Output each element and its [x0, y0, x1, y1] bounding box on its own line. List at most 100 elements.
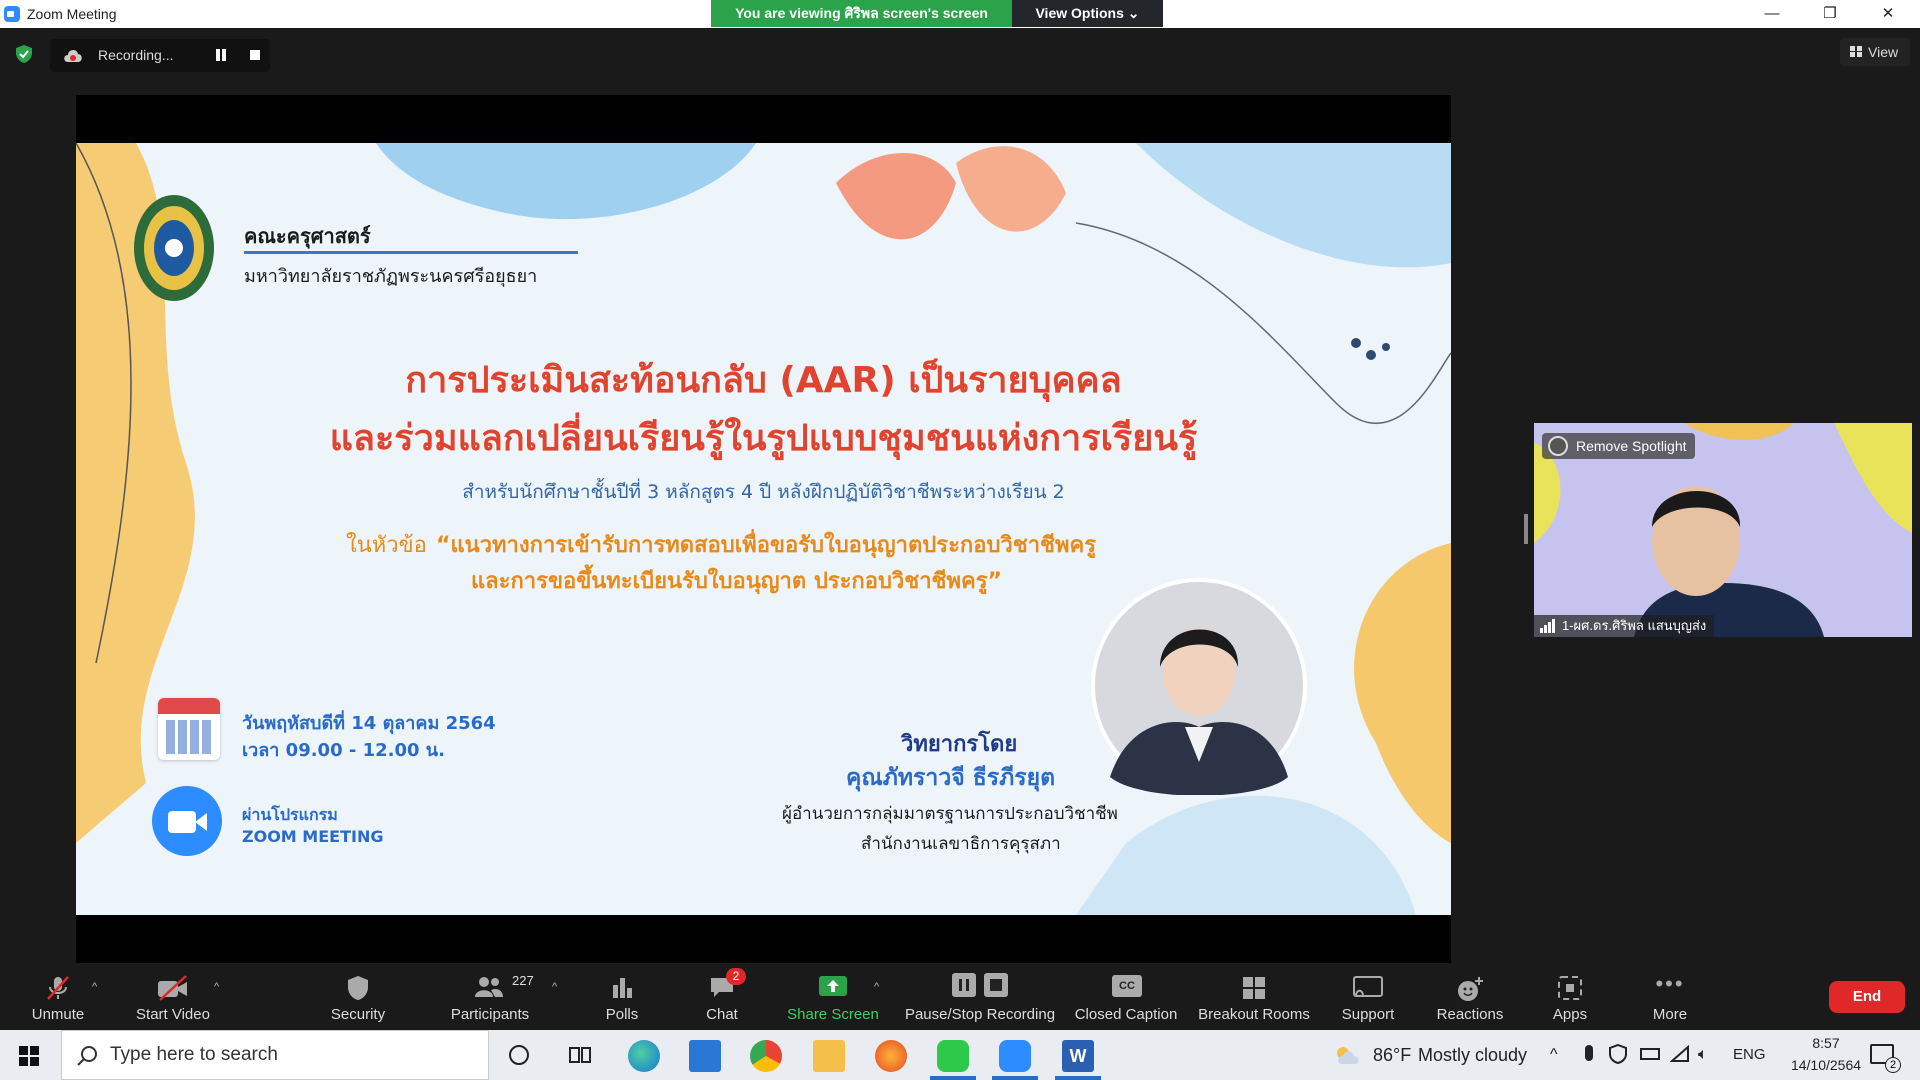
weather-temperature[interactable]: 86°F [1373, 1030, 1411, 1080]
zoom-taskbar-icon[interactable] [999, 1040, 1031, 1072]
speaker-name: คุณภัทราวจี ธีรภีรยุต [846, 765, 1056, 791]
topic-line1: “แนวทางการเข้ารับการทดสอบเพื่อขอรับใบอนุ… [436, 533, 1097, 558]
event-time: เวลา 09.00 - 12.00 น. [242, 740, 445, 761]
encryption-shield-icon[interactable] [14, 44, 34, 64]
muted-mic-icon [47, 976, 69, 1000]
avatar-icon [1548, 436, 1568, 456]
audio-options-caret[interactable]: ^ [92, 981, 97, 993]
security-button[interactable]: Security [320, 963, 396, 1030]
show-hidden-icons-chevron[interactable]: ^ [1550, 1030, 1558, 1080]
panel-resize-handle[interactable] [1524, 514, 1528, 544]
window-title: Zoom Meeting [27, 6, 117, 22]
meeting-control-bar: Unmute ^ Start Video ^ Security 227 Part… [0, 963, 1920, 1030]
share-screen-icon [819, 976, 847, 996]
defender-tray-icon[interactable] [1609, 1044, 1627, 1064]
topic-prefix: ในหัวข้อ [346, 533, 427, 558]
zoom-app-icon [4, 6, 20, 22]
windows-start-icon[interactable] [19, 1046, 39, 1066]
speaker-org: สำนักงานเลขาธิการคุรุสภา [861, 834, 1061, 854]
participants-button[interactable]: 227 Participants [442, 963, 538, 1030]
calendar-icon [158, 698, 220, 760]
reactions-label: Reactions [1436, 1006, 1504, 1023]
apps-button[interactable]: Apps [1540, 963, 1600, 1030]
clock-time[interactable]: 8:57 [1786, 1035, 1866, 1051]
support-button[interactable]: Support [1330, 963, 1406, 1030]
stop-recording-icon[interactable] [250, 50, 260, 60]
file-explorer-icon[interactable] [813, 1040, 845, 1072]
grid-view-icon [1850, 46, 1862, 57]
polls-button[interactable]: Polls [590, 963, 654, 1030]
participant-name: 1-ผศ.ดร.ศิริพล แสนบุญส่ง [1562, 618, 1707, 633]
topic-line2: และการขอขึ้นทะเบียนรับใบอนุญาต ประกอบวิช… [471, 569, 1002, 594]
more-dots-icon: ••• [1655, 971, 1685, 996]
battery-tray-icon[interactable] [1640, 1048, 1660, 1060]
participants-options-caret[interactable]: ^ [552, 981, 557, 993]
breakout-rooms-button[interactable]: Breakout Rooms [1194, 963, 1314, 1030]
unmute-button[interactable]: Unmute [18, 963, 98, 1030]
share-screen-button[interactable]: Share Screen [783, 963, 883, 1030]
slide-subtitle: สำหรับนักศึกษาชั้นปีที่ 3 หลักสูตร 4 ปี … [462, 481, 1065, 503]
search-placeholder: Type here to search [110, 1044, 278, 1065]
microphone-tray-icon[interactable] [1585, 1045, 1593, 1061]
speaker-photo [1091, 578, 1307, 795]
clock-date[interactable]: 14/10/2564 [1786, 1057, 1866, 1073]
signal-strength-icon [1540, 619, 1556, 633]
program-name: ZOOM MEETING [242, 827, 384, 846]
pause-stop-recording-label: Pause/Stop Recording [904, 1006, 1056, 1023]
start-video-button[interactable]: Start Video [128, 963, 218, 1030]
slide-title-line1: การประเมินสะท้อนกลับ (AAR) เป็นรายบุคคล [405, 360, 1122, 401]
chat-button[interactable]: 2 Chat [690, 963, 754, 1030]
end-meeting-button[interactable]: End [1829, 981, 1905, 1013]
line-app-icon[interactable] [937, 1040, 969, 1072]
firefox-icon[interactable] [875, 1040, 907, 1072]
recording-label: Recording... [98, 47, 174, 63]
mail-icon[interactable] [689, 1040, 721, 1072]
weather-condition[interactable]: Mostly cloudy [1418, 1030, 1527, 1080]
via-program-label: ผ่านโปรแกรม [242, 805, 338, 824]
closed-caption-button[interactable]: CC Closed Caption [1070, 963, 1182, 1030]
chat-unread-badge: 2 [726, 968, 746, 985]
participants-label: Participants [450, 1006, 530, 1023]
restore-button[interactable]: ❐ [1801, 0, 1859, 28]
minimize-button[interactable]: — [1743, 0, 1801, 28]
university-name: มหาวิทยาลัยราชภัฏพระนครศรีอยุธยา [244, 266, 538, 287]
video-options-caret[interactable]: ^ [214, 981, 219, 993]
view-options-button[interactable]: View Options ⌄ [1012, 0, 1163, 27]
unmute-label: Unmute [31, 1006, 85, 1023]
chrome-icon[interactable] [750, 1040, 782, 1072]
volume-tray-icon[interactable]: 🔈︎ [1698, 1030, 1708, 1080]
shared-slide: คณะครุศาสตร์ มหาวิทยาลัยราชภัฏพระนครศรีอ… [76, 143, 1451, 915]
stop-icon [984, 973, 1008, 997]
remove-spotlight-button[interactable]: Remove Spotlight [1542, 433, 1695, 459]
wifi-tray-icon[interactable] [1670, 1045, 1690, 1063]
remove-spotlight-label: Remove Spotlight [1576, 438, 1687, 454]
input-language[interactable]: ENG [1733, 1030, 1766, 1080]
view-layout-button[interactable]: View [1840, 38, 1910, 66]
weather-cloudy-icon[interactable] [1334, 1044, 1362, 1066]
more-button[interactable]: ••• More [1638, 963, 1702, 1030]
security-label: Security [330, 1006, 386, 1023]
participant-name-label: 1-ผศ.ดร.ศิริพล แสนบุญส่ง [1534, 615, 1715, 637]
cortana-icon[interactable] [509, 1045, 529, 1065]
reactions-icon [1458, 977, 1483, 1001]
reactions-button[interactable]: Reactions [1428, 963, 1512, 1030]
edge-browser-icon[interactable] [628, 1040, 660, 1072]
pause-recording-icon[interactable] [215, 49, 227, 61]
zoom-logo [152, 786, 222, 856]
task-view-icon[interactable] [569, 1045, 591, 1065]
spotlight-video-tile[interactable]: Remove Spotlight 1-ผศ.ดร.ศิริพล แสนบุญส่… [1534, 423, 1912, 637]
support-icon [1353, 976, 1383, 997]
event-date: วันพฤหัสบดีที่ 14 ตุลาคม 2564 [242, 713, 496, 734]
support-label: Support [1341, 1006, 1395, 1023]
video-off-icon [158, 975, 187, 1001]
word-icon[interactable]: W [1062, 1040, 1094, 1072]
taskbar-search-box[interactable]: Type here to search [61, 1030, 489, 1080]
start-video-label: Start Video [136, 1006, 210, 1023]
apps-label: Apps [1552, 1006, 1588, 1023]
security-shield-icon [348, 976, 368, 1000]
share-options-caret[interactable]: ^ [874, 981, 879, 993]
close-button[interactable]: ✕ [1859, 0, 1917, 28]
pause-stop-recording-button[interactable]: Pause/Stop Recording [902, 963, 1058, 1030]
breakout-rooms-icon [1243, 977, 1265, 999]
apps-icon [1558, 976, 1582, 1000]
